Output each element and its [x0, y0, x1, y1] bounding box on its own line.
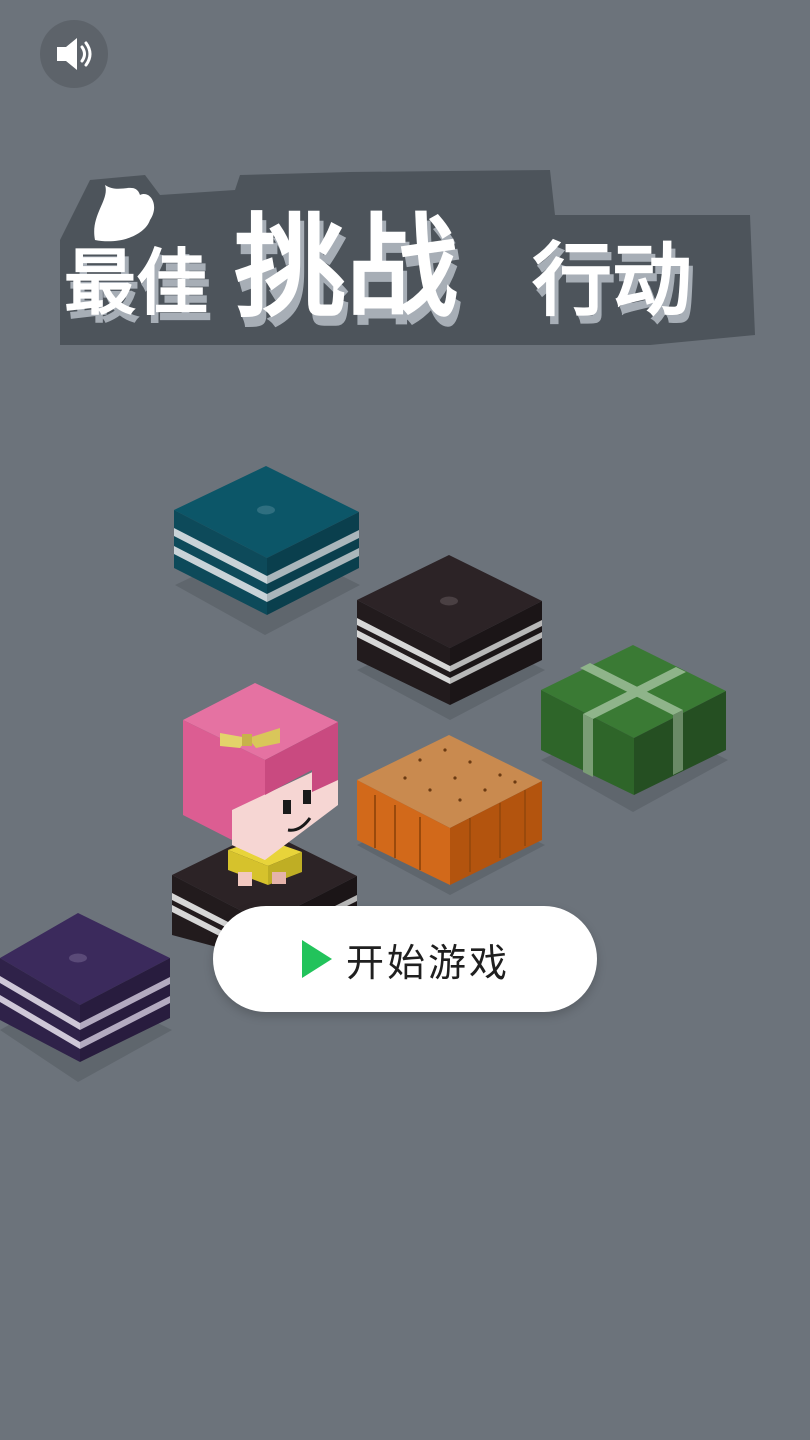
play-triangle-icon [301, 940, 332, 978]
speaker-volume-icon [57, 38, 92, 70]
title-part2: 挑战 [234, 203, 458, 333]
start-game-label: 开始游戏 [345, 940, 510, 985]
title-part3: 行动 [532, 234, 692, 327]
game-title-logo: 最佳 挑战 行动 最佳 挑战 行动 [60, 170, 755, 345]
block-orange-crate [357, 735, 542, 885]
block-scene [0, 466, 728, 1082]
title-part1: 最佳 [64, 241, 208, 325]
sound-toggle-button[interactable] [40, 20, 108, 88]
game-screen: 最佳 挑战 行动 最佳 挑战 行动 开始游戏 [0, 0, 810, 1440]
start-game-button[interactable]: 开始游戏 [213, 906, 597, 1012]
